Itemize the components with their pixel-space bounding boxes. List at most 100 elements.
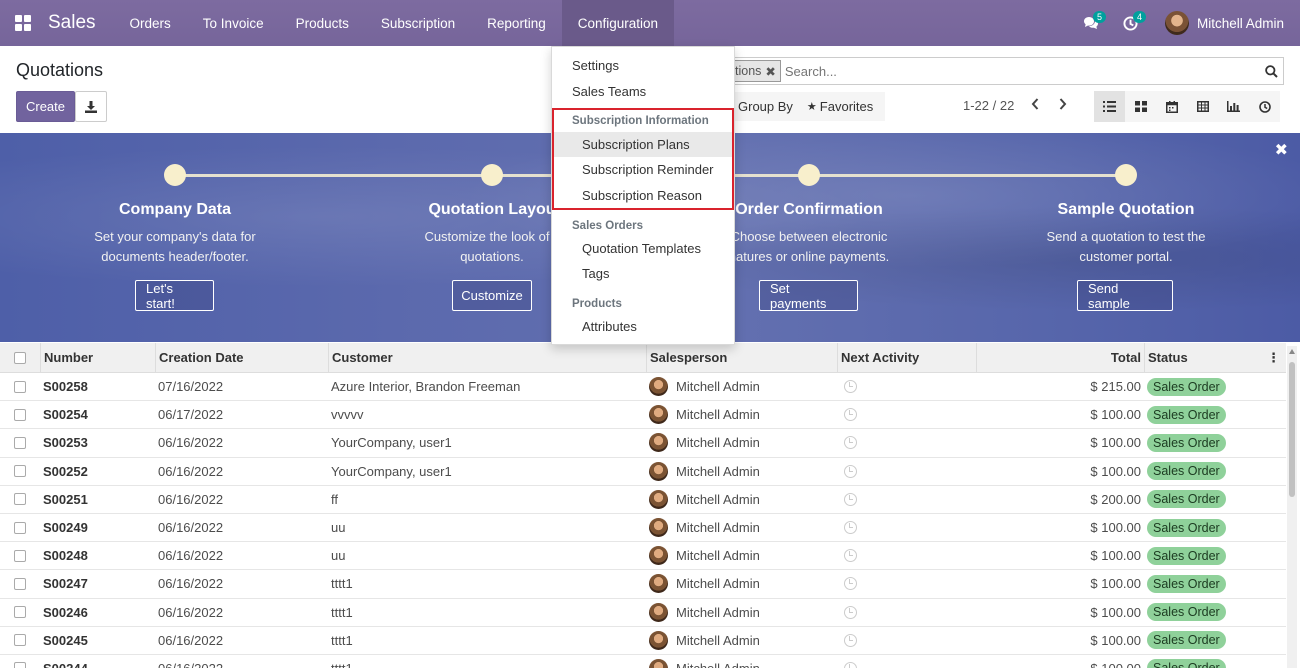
search-bar: tions ✖ xyxy=(734,57,1284,85)
view-switcher xyxy=(1094,91,1280,122)
next-activity[interactable] xyxy=(837,542,976,569)
set-payments-button[interactable]: Set payments xyxy=(759,280,858,311)
table-row[interactable]: S00249 06/16/2022 uu Mitchell Admin $ 100.00… xyxy=(0,513,1286,543)
apps-menu-icon[interactable] xyxy=(0,0,46,46)
app-brand[interactable]: Sales xyxy=(48,12,96,34)
activity-clock-icon[interactable] xyxy=(844,549,857,563)
user-menu[interactable]: Mitchell Admin xyxy=(1151,0,1300,46)
table-scrollbar[interactable] xyxy=(1287,346,1297,668)
column-next-activity[interactable]: Next Activity xyxy=(837,343,976,372)
row-checkbox[interactable] xyxy=(0,570,40,597)
messages-button[interactable]: 5 xyxy=(1071,0,1111,46)
pager-value[interactable]: 1-22 / 22 xyxy=(963,98,1014,113)
row-checkbox[interactable] xyxy=(0,401,40,428)
next-activity[interactable] xyxy=(837,514,976,541)
column-customer[interactable]: Customer xyxy=(328,343,646,372)
user-avatar xyxy=(1164,11,1189,35)
activity-clock-icon[interactable] xyxy=(844,464,857,478)
table-row[interactable]: S00254 06/17/2022 vvvvv Mitchell Admin $ 100… xyxy=(0,401,1286,430)
row-checkbox[interactable] xyxy=(0,542,40,569)
next-activity[interactable] xyxy=(837,401,976,428)
graph-view-icon[interactable] xyxy=(1218,91,1249,122)
column-number[interactable]: Number xyxy=(40,343,155,372)
table-row[interactable]: S00251 06/16/2022 ff Mitchell Admin $ 200.00… xyxy=(0,485,1286,514)
menu-item-quotation-templates[interactable]: Quotation Templates xyxy=(582,241,701,256)
column-options-icon[interactable]: ⋮ xyxy=(1267,350,1283,366)
activity-clock-icon[interactable] xyxy=(844,661,857,668)
create-button[interactable]: Create xyxy=(16,91,75,122)
activity-clock-icon[interactable] xyxy=(844,436,857,450)
column-salesperson[interactable]: Salesperson xyxy=(646,343,837,372)
next-activity[interactable] xyxy=(837,373,976,400)
activity-clock-icon[interactable] xyxy=(844,380,857,394)
status-badge: Sales Order xyxy=(1147,659,1226,668)
next-activity[interactable] xyxy=(837,599,976,626)
menu-item-settings[interactable]: Settings xyxy=(572,58,619,73)
facet-remove-icon[interactable]: ✖ xyxy=(765,64,775,79)
menu-reporting[interactable]: Reporting xyxy=(471,0,562,46)
row-checkbox[interactable] xyxy=(0,373,40,400)
next-activity[interactable] xyxy=(837,627,976,654)
send-sample-button[interactable]: Send sample xyxy=(1077,280,1173,311)
favorites-button[interactable]: ★ Favorites xyxy=(803,99,877,114)
menu-to-invoice[interactable]: To Invoice xyxy=(187,0,280,46)
download-button[interactable] xyxy=(75,91,107,122)
table-row[interactable]: S00246 06/16/2022 tttt1 Mitchell Admin $ 100… xyxy=(0,598,1286,627)
table-row[interactable]: S00245 06/16/2022 tttt1 Mitchell Admin $ 100… xyxy=(0,626,1286,655)
row-checkbox[interactable] xyxy=(0,429,40,456)
menu-products[interactable]: Products xyxy=(280,0,365,46)
search-icon[interactable] xyxy=(1259,64,1283,78)
row-checkbox[interactable] xyxy=(0,514,40,541)
activity-clock-icon[interactable] xyxy=(844,605,857,619)
row-checkbox[interactable] xyxy=(0,486,40,513)
pager-previous-icon[interactable] xyxy=(1030,97,1040,114)
activity-clock-icon[interactable] xyxy=(844,577,857,591)
activity-clock-icon[interactable] xyxy=(844,521,857,535)
next-activity[interactable] xyxy=(837,458,976,485)
customize-button[interactable]: Customize xyxy=(452,280,532,311)
messages-count-badge: 5 xyxy=(1092,11,1106,23)
column-creation-date[interactable]: Creation Date xyxy=(155,343,328,372)
column-status[interactable]: Status ⋮ xyxy=(1144,343,1286,372)
column-total[interactable]: Total xyxy=(976,343,1144,372)
pivot-view-icon[interactable] xyxy=(1187,91,1218,122)
menu-subscription[interactable]: Subscription xyxy=(365,0,471,46)
next-activity[interactable] xyxy=(837,486,976,513)
table-row[interactable]: S00248 06/16/2022 uu Mitchell Admin $ 100.00… xyxy=(0,542,1286,571)
next-activity[interactable] xyxy=(837,429,976,456)
search-input[interactable] xyxy=(784,63,1259,79)
close-icon[interactable]: ✖ xyxy=(1275,140,1288,160)
row-checkbox[interactable] xyxy=(0,599,40,626)
activity-clock-icon[interactable] xyxy=(844,492,857,506)
lets-start-button[interactable]: Let's start! xyxy=(135,280,214,311)
table-row[interactable]: S00247 06/16/2022 tttt1 Mitchell Admin $ 100… xyxy=(0,570,1286,599)
next-activity[interactable] xyxy=(837,570,976,597)
menu-orders[interactable]: Orders xyxy=(114,0,187,46)
activity-clock-icon[interactable] xyxy=(844,633,857,647)
table-row[interactable]: S00252 06/16/2022 YourCompany, user1 Mitche… xyxy=(0,457,1286,486)
activities-button[interactable]: 4 xyxy=(1111,0,1151,46)
table-row[interactable]: S0024406/16/2022tttt1Mitchell Admin $ 100… xyxy=(0,654,1286,668)
next-activity[interactable] xyxy=(837,655,976,668)
menu-item-tags[interactable]: Tags xyxy=(582,266,609,281)
table-row[interactable]: S00253 06/16/2022 YourCompany, user1 Mitche… xyxy=(0,429,1286,458)
select-all-checkbox[interactable] xyxy=(0,343,40,372)
activity-view-icon[interactable] xyxy=(1249,91,1280,122)
salesperson: Mitchell Admin xyxy=(646,570,837,597)
search-facet[interactable]: tions ✖ xyxy=(734,60,781,82)
kanban-view-icon[interactable] xyxy=(1125,91,1156,122)
row-checkbox[interactable] xyxy=(0,627,40,654)
group-by-button[interactable]: Group By xyxy=(734,99,797,114)
calendar-view-icon[interactable] xyxy=(1156,91,1187,122)
pager-next-icon[interactable] xyxy=(1058,97,1068,114)
row-checkbox[interactable] xyxy=(0,655,40,668)
list-view-icon[interactable] xyxy=(1094,91,1125,122)
activity-clock-icon[interactable] xyxy=(844,408,857,422)
menu-configuration[interactable]: Configuration xyxy=(561,0,675,46)
row-checkbox[interactable] xyxy=(0,458,40,485)
customer-name: uu xyxy=(331,548,346,564)
table-row[interactable]: S00258 07/16/2022 Azure Interior, Brandon … xyxy=(0,373,1286,402)
customer-name: YourCompany, user1 xyxy=(331,435,452,451)
menu-item-sales-teams[interactable]: Sales Teams xyxy=(572,84,646,99)
menu-item-attributes[interactable]: Attributes xyxy=(582,319,637,334)
